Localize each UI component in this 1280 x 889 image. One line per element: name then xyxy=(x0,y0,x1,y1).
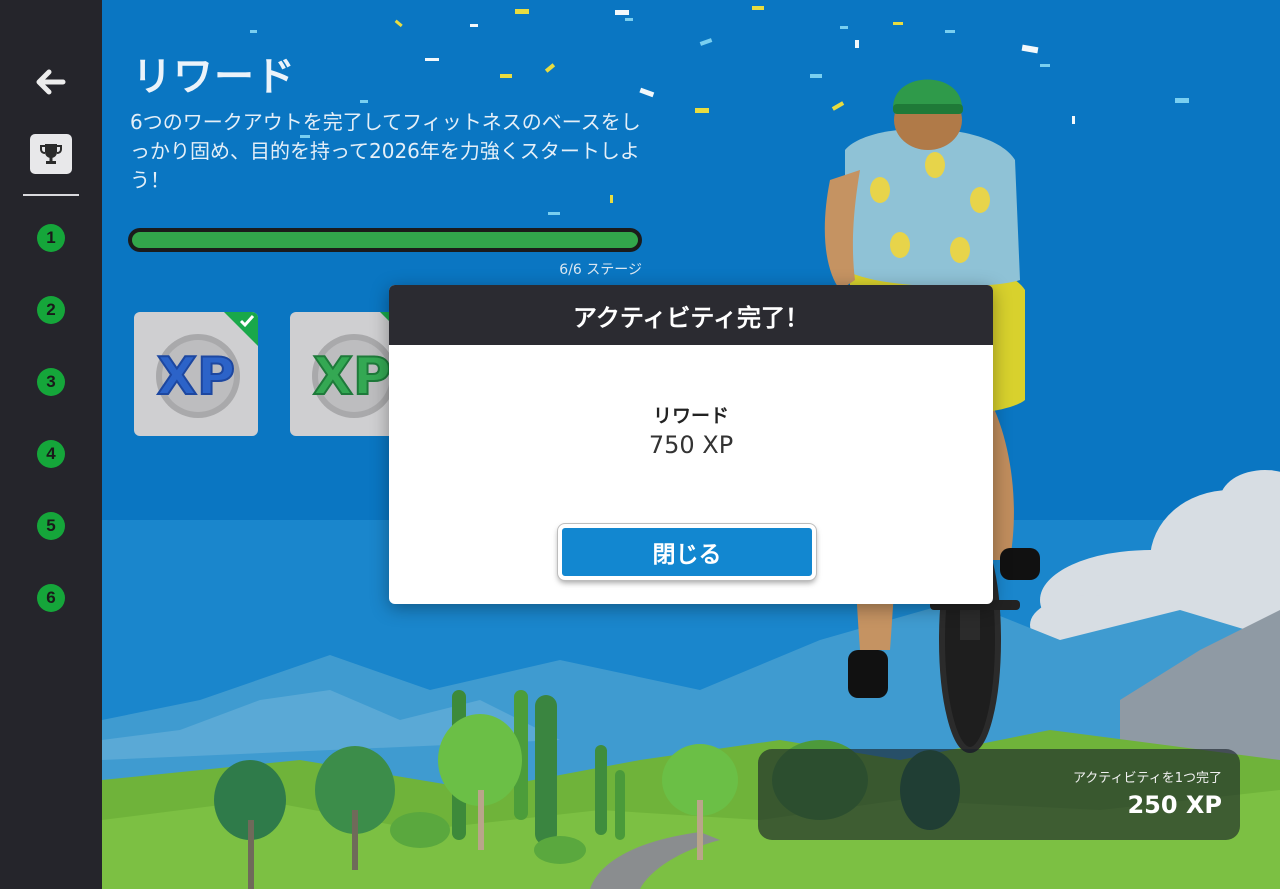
modal-title: アクティビティ完了！ xyxy=(389,285,993,345)
progress-bar xyxy=(128,228,642,252)
svg-text:XP: XP xyxy=(157,347,235,407)
checkmark-icon xyxy=(239,315,255,328)
trophy-button[interactable] xyxy=(30,134,72,174)
back-button[interactable] xyxy=(33,64,69,100)
xp-toast: アクティビティを1つ完了 250 XP xyxy=(758,749,1240,840)
sidebar: 1 2 3 4 5 6 xyxy=(0,0,102,889)
toast-value: 250 XP xyxy=(1127,791,1222,819)
page-title: リワード xyxy=(132,54,296,100)
page-description: 6つのワークアウトを完了してフィットネスのベースをしっかり固め、目的を持って20… xyxy=(130,110,641,192)
progress-label: 6/6 ステージ xyxy=(559,262,642,278)
reward-value: 750 XP xyxy=(648,431,734,459)
close-button[interactable]: 閉じる xyxy=(558,524,816,580)
stage-6-button[interactable]: 6 xyxy=(37,584,65,612)
stage-3-button[interactable]: 3 xyxy=(37,368,65,396)
stage-1-button[interactable]: 1 xyxy=(37,224,65,252)
toast-label: アクティビティを1つ完了 xyxy=(1072,771,1222,786)
svg-text:XP: XP xyxy=(313,347,391,407)
stage-4-button[interactable]: 4 xyxy=(37,440,65,468)
stage-5-button[interactable]: 5 xyxy=(37,512,65,540)
sidebar-divider xyxy=(23,194,79,196)
stage-2-button[interactable]: 2 xyxy=(37,296,65,324)
reward-label: リワード xyxy=(652,405,729,427)
trophy-icon xyxy=(40,144,62,164)
badge-card-1[interactable]: XP xyxy=(134,312,258,436)
progress-fill xyxy=(132,232,638,248)
activity-complete-modal: アクティビティ完了！ リワード 750 XP 閉じる xyxy=(389,285,993,604)
arrow-left-icon xyxy=(36,69,66,95)
